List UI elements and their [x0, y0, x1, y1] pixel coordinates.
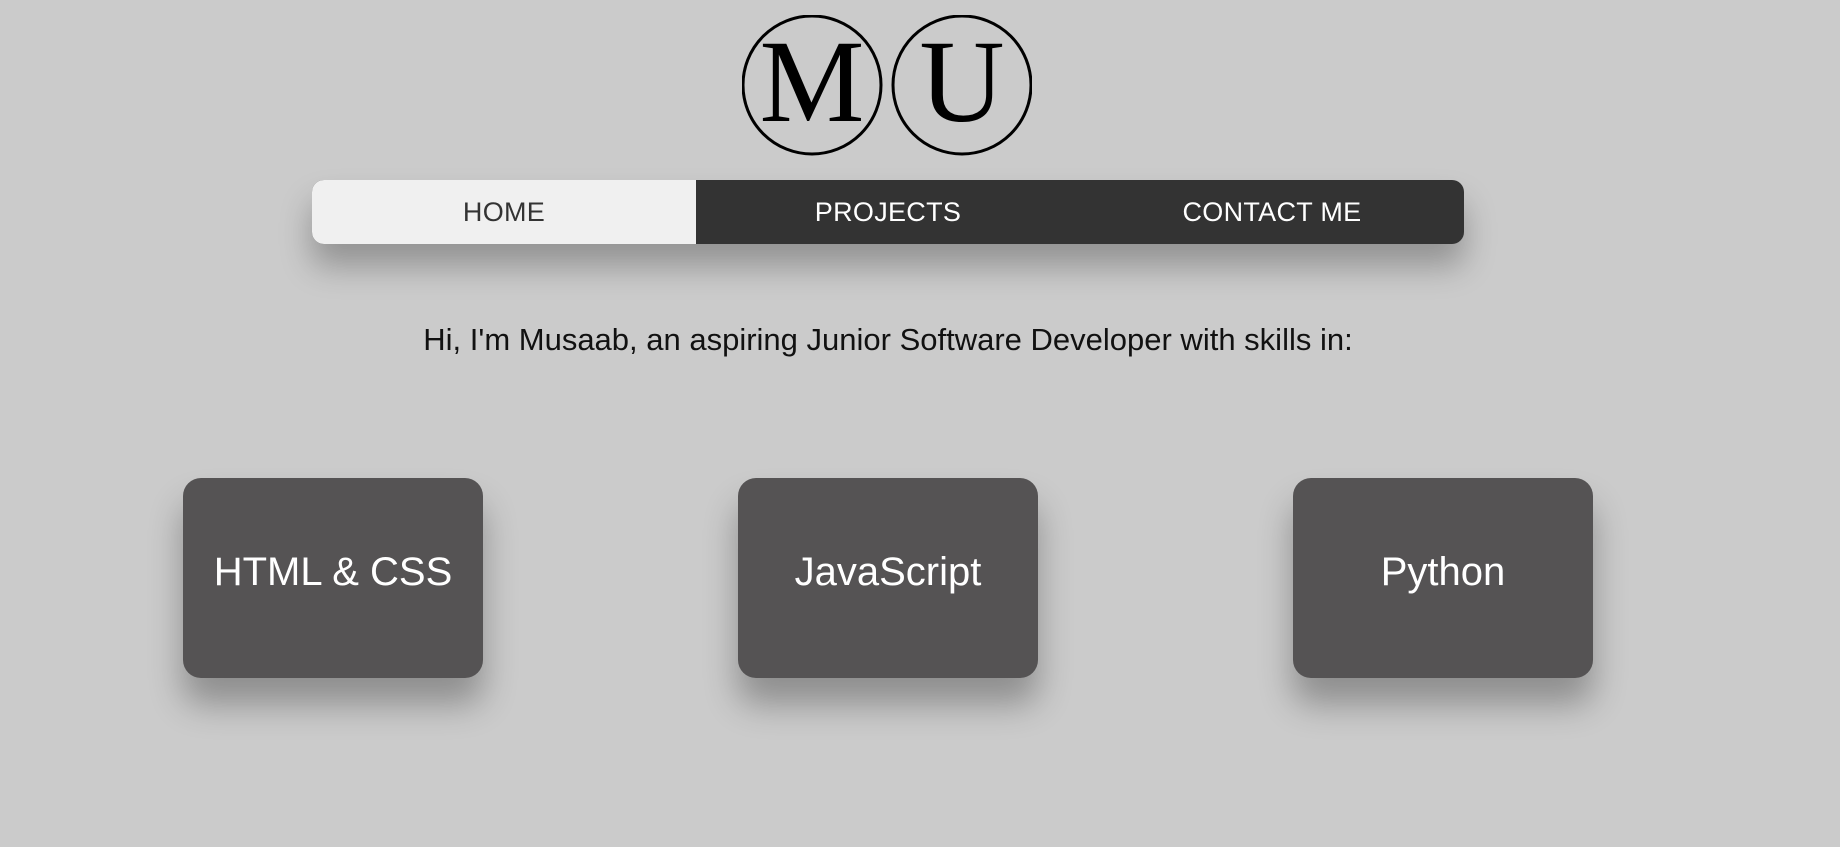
skill-label: JavaScript [794, 549, 982, 594]
main-nav: HOME PROJECTS CONTACT ME [312, 180, 1464, 244]
logo-monogram: M U [742, 15, 1032, 156]
site-logo[interactable]: M U [742, 15, 1032, 157]
logo-letter-u: U [919, 16, 1004, 147]
nav-contact-me[interactable]: CONTACT ME [1080, 180, 1464, 244]
nav-home[interactable]: HOME [312, 180, 696, 244]
page: M U HOME PROJECTS CONTACT ME Hi, I'm Mus… [0, 0, 1840, 847]
skill-card-python[interactable]: Python [1293, 478, 1593, 678]
skill-label: Python [1380, 549, 1506, 594]
skill-card-html-css[interactable]: HTML & CSS [183, 478, 483, 678]
logo-letter-m: M [760, 16, 865, 147]
skill-label: HTML & CSS [213, 549, 453, 594]
nav-projects[interactable]: PROJECTS [696, 180, 1080, 244]
skill-card-javascript[interactable]: JavaScript [738, 478, 1038, 678]
intro-text: Hi, I'm Musaab, an aspiring Junior Softw… [423, 322, 1353, 357]
